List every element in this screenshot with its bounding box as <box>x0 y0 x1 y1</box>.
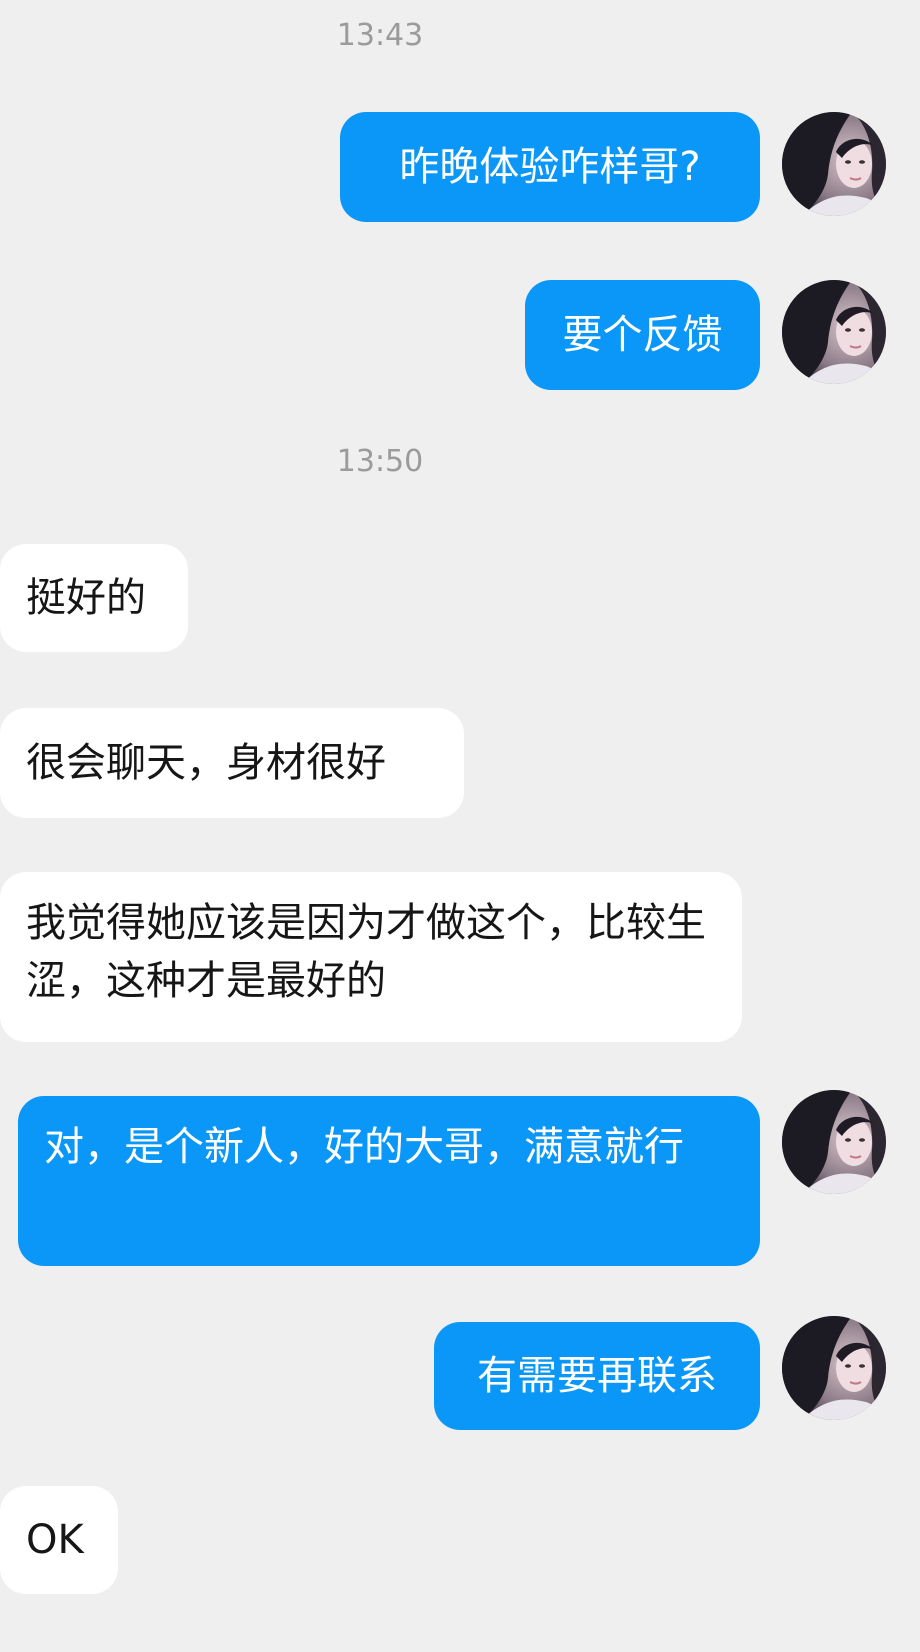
incoming-message[interactable]: 挺好的 <box>0 544 188 652</box>
user-avatar-photo-icon <box>782 1316 886 1420</box>
outgoing-message[interactable]: 有需要再联系 <box>434 1322 760 1430</box>
outgoing-message[interactable]: 要个反馈 <box>525 280 760 390</box>
incoming-message[interactable]: OK <box>0 1486 118 1594</box>
user-avatar-photo-icon <box>782 1090 886 1194</box>
user-avatar-photo-icon <box>782 280 886 384</box>
avatar[interactable] <box>782 112 886 216</box>
outgoing-message[interactable]: 对，是个新人，好的大哥，满意就行 <box>18 1096 760 1266</box>
avatar[interactable] <box>782 1316 886 1420</box>
avatar[interactable] <box>782 280 886 384</box>
outgoing-message[interactable]: 昨晚体验咋样哥? <box>340 112 760 222</box>
timestamp: 13:43 <box>336 18 424 53</box>
incoming-message[interactable]: 我觉得她应该是因为才做这个，比较生涩，这种才是最好的 <box>0 872 742 1042</box>
user-avatar-photo-icon <box>782 112 886 216</box>
timestamp: 13:50 <box>336 444 424 479</box>
incoming-message[interactable]: 很会聊天，身材很好 <box>0 708 464 818</box>
avatar[interactable] <box>782 1090 886 1194</box>
